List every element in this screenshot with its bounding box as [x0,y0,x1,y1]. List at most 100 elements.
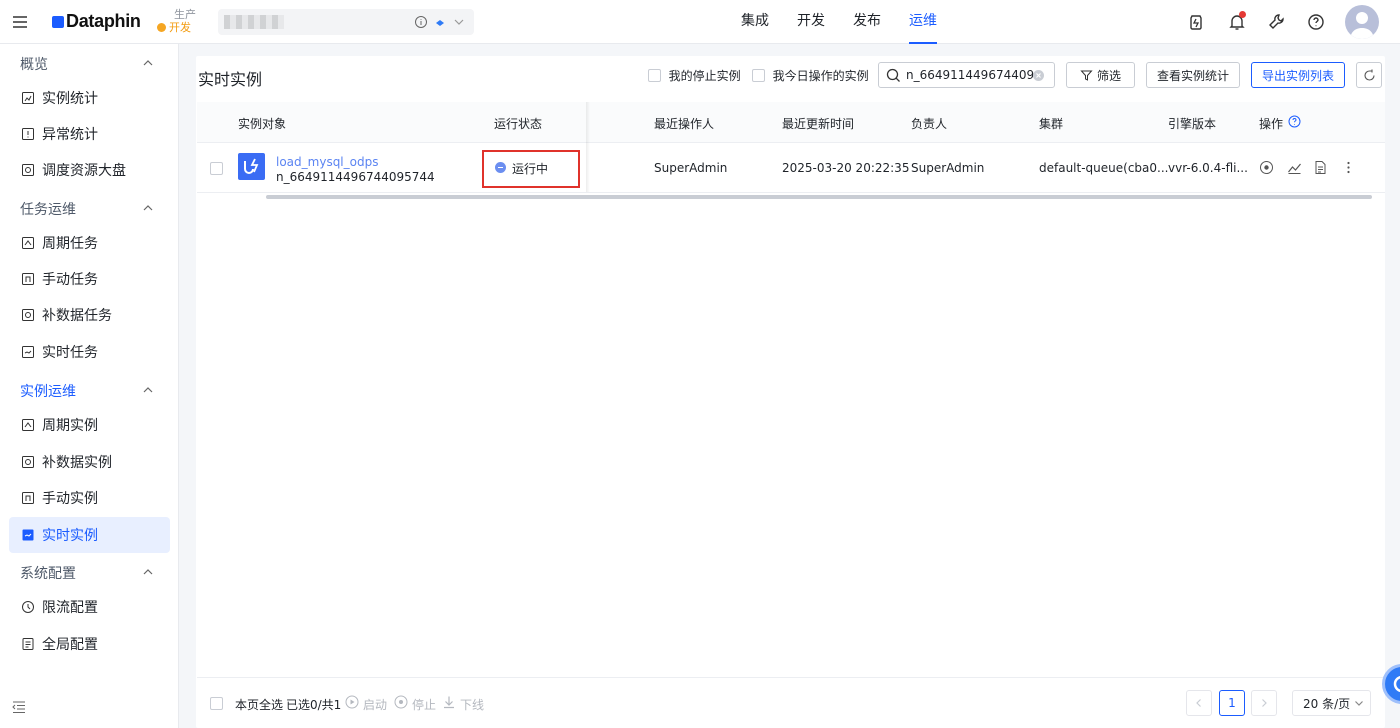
updated-cell: 2025-03-20 20:22:35 [782,161,910,175]
filter-today-operated[interactable]: 我今日操作的实例 [752,67,869,84]
config-icon [22,638,34,650]
chevron-down-icon[interactable] [452,15,466,29]
filter-button[interactable]: 筛选 [1066,62,1135,88]
offline-download-icon [444,696,454,709]
chevron-up-icon[interactable] [141,383,155,397]
nav-integration[interactable]: 集成 [741,0,769,44]
app-logo[interactable]: Dataphin [52,11,141,32]
start-icon [345,695,359,709]
realtime-icon [22,346,34,358]
cycle-icon [22,237,34,249]
resource-icon [22,164,34,176]
sidebar-item-realtime-tasks[interactable]: 实时任务 [9,334,170,370]
wrench-icon[interactable] [1266,12,1286,32]
col-header-operator: 最近操作人 [654,117,715,131]
more-vertical-icon[interactable] [1341,160,1356,175]
select-all-checkbox[interactable] [210,697,223,710]
chart-icon [22,92,34,104]
help-icon[interactable] [1306,12,1326,32]
alert-chart-icon [22,128,34,140]
top-navigation: 集成 开发 发布 运维 [741,0,965,44]
backfill-icon [22,309,34,321]
start-button[interactable]: 启动 [363,696,387,713]
sidebar-item-realtime-instances[interactable]: 实时实例 [9,517,170,553]
manual-icon [22,273,34,285]
realtime-task-type-icon [238,153,265,180]
chevron-left-icon [1196,699,1201,707]
instance-id: n_6649114496744095744 [276,170,435,184]
page-title: 实时实例 [198,70,263,89]
search-input[interactable]: n_6649114496744095744 [878,62,1055,88]
info-icon[interactable] [414,15,428,29]
sidebar-group-instance-ops[interactable]: 实例运维 [20,381,76,401]
realtime-icon [22,529,34,541]
col-header-owner: 负责人 [911,117,948,131]
sidebar-item-cycle-tasks[interactable]: 周期任务 [9,225,170,261]
col-header-cluster: 集群 [1039,117,1064,131]
env-dev-label: 开发 [169,21,191,34]
cycle-icon [22,419,34,431]
nav-publish[interactable]: 发布 [853,0,881,44]
checkbox[interactable] [648,69,661,82]
sidebar-item-exception-stats[interactable]: 异常统计 [9,116,170,152]
sidebar-item-resource-dashboard[interactable]: 调度资源大盘 [9,152,170,188]
floating-help-button[interactable] [1382,664,1400,704]
log-document-icon[interactable] [1313,160,1328,175]
offline-button[interactable]: 下线 [460,696,484,713]
instance-name-link[interactable]: load_mysql_odps [276,155,378,169]
sidebar-group-overview[interactable]: 概览 [20,54,48,74]
chevron-up-icon[interactable] [141,565,155,579]
stop-button[interactable]: 停止 [412,696,436,713]
stop-icon [394,695,408,709]
sidebar-item-backfill-tasks[interactable]: 补数据任务 [9,297,170,333]
sidebar-item-global-config[interactable]: 全局配置 [9,626,170,662]
filter-my-stopped[interactable]: 我的停止实例 [648,67,741,84]
chevron-up-icon[interactable] [141,201,155,215]
sidebar-item-manual-tasks[interactable]: 手动任务 [9,261,170,297]
nav-development[interactable]: 开发 [797,0,825,44]
chevron-up-icon[interactable] [141,56,155,70]
sidebar-item-instance-stats[interactable]: 实例统计 [9,80,170,116]
user-avatar[interactable] [1345,5,1379,39]
instance-stats-button[interactable]: 查看实例统计 [1146,62,1240,88]
page-size-select[interactable]: 20 条/页 [1292,690,1371,716]
nav-operations[interactable]: 运维 [909,0,937,44]
footer-divider [197,677,1385,678]
refresh-button[interactable] [1356,62,1382,88]
stop-icon[interactable] [1259,160,1274,175]
sidebar-item-manual-instances[interactable]: 手动实例 [9,480,170,516]
hamburger-menu-icon[interactable] [10,12,30,32]
manual-icon [22,492,34,504]
sidebar-item-throttle-config[interactable]: 限流配置 [9,589,170,625]
help-circle-icon[interactable] [1288,115,1301,128]
project-name-redacted [224,15,284,29]
cloud-icon [436,20,444,26]
prev-page-button[interactable] [1186,690,1212,716]
sidebar-group-task-ops[interactable]: 任务运维 [20,199,76,219]
environment-switcher[interactable]: 生产 开发 [157,8,196,34]
sidebar-item-cycle-instances[interactable]: 周期实例 [9,407,170,443]
collapse-sidebar-icon[interactable] [12,700,26,714]
funnel-icon [1080,70,1093,81]
search-value: n_6649114496744095744 [906,68,1034,82]
col-header-status: 运行状态 [494,117,543,131]
engine-cell: vvr-6.0.4-fli... [1168,161,1248,175]
select-all-label[interactable]: 本页全选 [235,696,283,713]
sidebar-group-system-config[interactable]: 系统配置 [20,563,76,583]
running-status-icon [495,162,506,173]
operator-cell: SuperAdmin [654,161,728,175]
sidebar-item-backfill-instances[interactable]: 补数据实例 [9,444,170,480]
throttle-icon [22,601,34,613]
row-divider [197,192,1385,193]
row-checkbox[interactable] [210,162,223,175]
horizontal-scrollbar[interactable] [266,195,1372,199]
metrics-chart-icon[interactable] [1287,160,1302,175]
power-tag-icon[interactable] [1186,12,1206,32]
export-instance-list-button[interactable]: 导出实例列表 [1251,62,1345,88]
chevron-down-icon [1355,701,1364,706]
clear-icon[interactable] [1032,69,1045,82]
checkbox[interactable] [752,69,765,82]
next-page-button[interactable] [1251,690,1277,716]
page-number[interactable]: 1 [1219,690,1245,716]
project-selector[interactable] [218,9,474,35]
